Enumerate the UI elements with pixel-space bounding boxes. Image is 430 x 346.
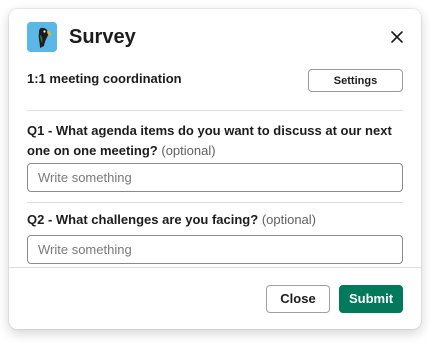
divider: [27, 110, 403, 111]
close-button[interactable]: Close: [266, 285, 330, 313]
question-2-text: What challenges are you facing?: [55, 212, 259, 227]
question-2-prefix: Q2 -: [27, 212, 56, 227]
submit-button[interactable]: Submit: [339, 285, 403, 313]
meeting-row: 1:1 meeting coordination Settings: [27, 65, 403, 101]
question-2: Q2 - What challenges are you facing? (op…: [27, 210, 403, 230]
modal-title: Survey: [69, 26, 136, 48]
question-2-optional: (optional): [261, 212, 317, 227]
question-1-input[interactable]: [27, 163, 403, 192]
modal-footer: Close Submit: [9, 267, 421, 329]
divider: [27, 202, 403, 203]
question-1-prefix: Q1 -: [27, 123, 56, 138]
modal-header: Survey: [9, 9, 421, 65]
close-icon[interactable]: [387, 27, 407, 47]
meeting-label: 1:1 meeting coordination: [27, 71, 182, 86]
modal-body: 1:1 meeting coordination Settings Q1 - W…: [9, 65, 421, 265]
settings-button[interactable]: Settings: [308, 69, 403, 92]
question-2-input[interactable]: [27, 235, 403, 264]
question-1: Q1 - What agenda items do you want to di…: [27, 121, 403, 161]
survey-modal: Survey 1:1 meeting coordination Settings…: [9, 9, 421, 329]
parrot-app-icon: [27, 22, 57, 52]
question-1-optional: (optional): [161, 143, 216, 158]
